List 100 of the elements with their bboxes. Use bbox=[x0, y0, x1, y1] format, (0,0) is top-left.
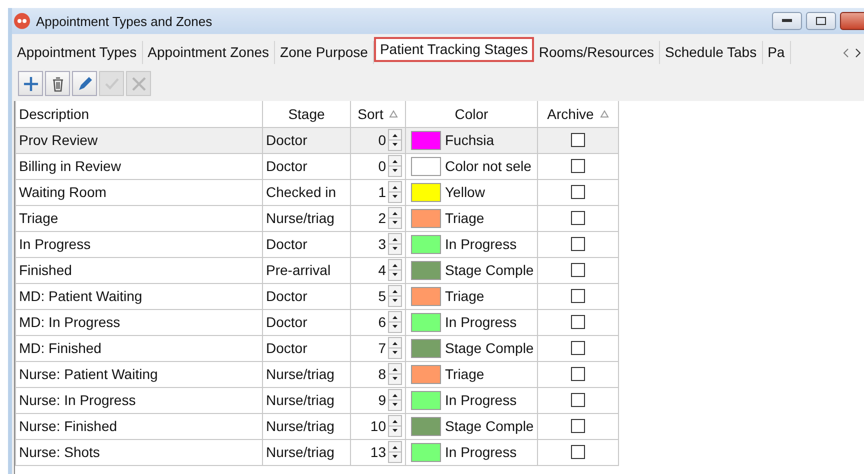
add-button[interactable] bbox=[18, 71, 43, 96]
color-name: Color not sele bbox=[445, 158, 532, 174]
sort-value: 1 bbox=[378, 184, 386, 200]
delete-button[interactable] bbox=[45, 71, 70, 96]
table-cell: Nurse/triag bbox=[262, 361, 350, 387]
table-cell: Nurse/triag bbox=[262, 413, 350, 439]
checkbox[interactable] bbox=[571, 393, 585, 407]
color-name: Stage Comple bbox=[445, 262, 534, 278]
spin-button[interactable] bbox=[388, 441, 402, 463]
column-header[interactable]: Sort bbox=[350, 101, 406, 127]
column-header[interactable]: Stage bbox=[262, 101, 350, 127]
table-cell: Nurse: In Progress bbox=[16, 387, 262, 413]
sort-icon bbox=[600, 110, 609, 118]
scroll-left-icon[interactable] bbox=[842, 48, 850, 58]
checkbox[interactable] bbox=[571, 159, 585, 173]
column-title: Archive bbox=[547, 106, 594, 122]
color-name: Triage bbox=[445, 288, 484, 304]
color-name: In Progress bbox=[445, 314, 517, 330]
minimize-button[interactable] bbox=[772, 12, 802, 30]
table-cell: Finished bbox=[16, 257, 262, 283]
checkbox[interactable] bbox=[571, 237, 585, 251]
spin-button[interactable] bbox=[388, 389, 402, 411]
sort-value: 3 bbox=[378, 236, 386, 252]
maximize-button[interactable] bbox=[806, 12, 836, 30]
color-name: Yellow bbox=[445, 184, 485, 200]
checkbox[interactable] bbox=[571, 445, 585, 459]
column-header[interactable]: Description bbox=[16, 101, 262, 127]
edit-button[interactable] bbox=[72, 71, 97, 96]
sort-value: 2 bbox=[378, 210, 386, 226]
sort-value: 6 bbox=[378, 314, 386, 330]
checkbox[interactable] bbox=[571, 289, 585, 303]
table-cell: Pre-arrival bbox=[262, 257, 350, 283]
spin-button[interactable] bbox=[388, 285, 402, 307]
checkbox[interactable] bbox=[571, 315, 585, 329]
table-cell: Nurse/triag bbox=[262, 439, 350, 465]
column-header[interactable]: Color bbox=[406, 101, 538, 127]
table-cell: Waiting Room bbox=[16, 179, 262, 205]
sort-value: 9 bbox=[378, 392, 386, 408]
sort-value: 13 bbox=[370, 444, 386, 460]
color-name: Stage Comple bbox=[445, 340, 534, 356]
color-name: In Progress bbox=[445, 392, 517, 408]
sort-value: 7 bbox=[378, 340, 386, 356]
color-name: Triage bbox=[445, 210, 484, 226]
table-cell: Triage bbox=[16, 205, 262, 231]
table-cell: Doctor bbox=[262, 153, 350, 179]
sort-value: 5 bbox=[378, 288, 386, 304]
table-cell: Nurse/triag bbox=[262, 387, 350, 413]
table-cell: Nurse/triag bbox=[262, 205, 350, 231]
spin-button[interactable] bbox=[388, 129, 402, 151]
table-cell: MD: In Progress bbox=[16, 309, 262, 335]
table-cell: Nurse: Finished bbox=[16, 413, 262, 439]
table-cell: Nurse: Shots bbox=[16, 439, 262, 465]
maximize-icon bbox=[816, 17, 826, 25]
sort-value: 0 bbox=[378, 158, 386, 174]
table-cell: MD: Finished bbox=[16, 335, 262, 361]
color-name: Fuchsia bbox=[445, 132, 494, 148]
sort-icon bbox=[389, 110, 398, 118]
checkbox[interactable] bbox=[571, 211, 585, 225]
spin-button[interactable] bbox=[388, 363, 402, 385]
minimize-icon bbox=[782, 19, 792, 23]
spin-button[interactable] bbox=[388, 415, 402, 437]
column-header[interactable]: Archive bbox=[538, 101, 618, 127]
spin-button[interactable] bbox=[388, 311, 402, 333]
tab[interactable]: Patient Tracking Stages bbox=[374, 37, 534, 62]
table-cell: Doctor bbox=[262, 283, 350, 309]
table-cell: Billing in Review bbox=[16, 153, 262, 179]
spin-button[interactable] bbox=[388, 207, 402, 229]
color-name: In Progress bbox=[445, 236, 517, 252]
table-cell: Nurse: Patient Waiting bbox=[16, 361, 262, 387]
table-cell: Prov Review bbox=[16, 127, 262, 153]
window-title: Appointment Types and Zones bbox=[36, 14, 214, 28]
column-title: Sort bbox=[358, 106, 384, 122]
checkbox[interactable] bbox=[571, 185, 585, 199]
sort-value: 8 bbox=[378, 366, 386, 382]
column-title: Stage bbox=[288, 106, 325, 122]
spin-button[interactable] bbox=[388, 337, 402, 359]
table-cell: MD: Patient Waiting bbox=[16, 283, 262, 309]
checkbox[interactable] bbox=[571, 367, 585, 381]
column-title: Description bbox=[19, 106, 90, 122]
checkbox[interactable] bbox=[571, 419, 585, 433]
table-cell: Doctor bbox=[262, 335, 350, 361]
color-name: In Progress bbox=[445, 444, 517, 460]
app-logo-icon bbox=[14, 13, 30, 29]
table-cell: Checked in bbox=[262, 179, 350, 205]
checkbox[interactable] bbox=[571, 133, 585, 147]
color-name: Stage Comple bbox=[445, 418, 534, 434]
spin-button[interactable] bbox=[388, 155, 402, 177]
checkbox[interactable] bbox=[571, 341, 585, 355]
color-name: Triage bbox=[445, 366, 484, 382]
column-title: Color bbox=[454, 106, 488, 122]
table-cell: Doctor bbox=[262, 309, 350, 335]
table-cell: Doctor bbox=[262, 127, 350, 153]
spin-button[interactable] bbox=[388, 233, 402, 255]
table-cell: In Progress bbox=[16, 231, 262, 257]
spin-button[interactable] bbox=[388, 259, 402, 281]
scroll-right-icon[interactable] bbox=[854, 48, 862, 58]
sort-value: 4 bbox=[378, 262, 386, 278]
checkbox[interactable] bbox=[571, 263, 585, 277]
sort-value: 10 bbox=[370, 418, 386, 434]
spin-button[interactable] bbox=[388, 181, 402, 203]
